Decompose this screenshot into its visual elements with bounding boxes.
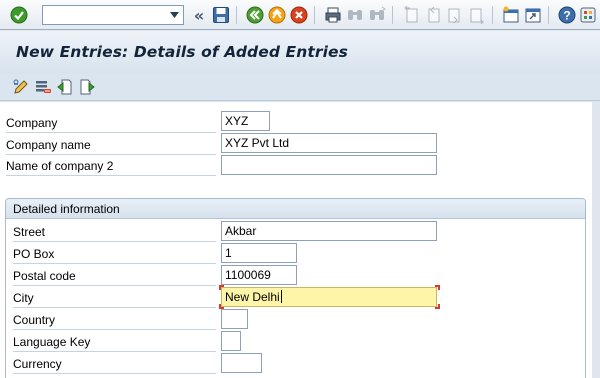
- svg-text:?: ?: [563, 9, 570, 23]
- hide-command-field-icon[interactable]: «: [189, 5, 209, 25]
- vertical-scrollbar[interactable]: [592, 102, 600, 378]
- company-input[interactable]: XYZ: [221, 111, 270, 131]
- previous-page-icon[interactable]: [423, 5, 443, 25]
- first-page-icon[interactable]: [401, 5, 421, 25]
- command-field-dropdown-icon[interactable]: [166, 6, 183, 24]
- company-name-input[interactable]: XYZ Pvt Ltd: [221, 133, 437, 153]
- city-label: City: [13, 291, 34, 305]
- language-key-label: Language Key: [13, 335, 91, 349]
- street-input[interactable]: Akbar: [221, 221, 437, 241]
- group-header: Detailed information: [6, 199, 585, 219]
- page-title: New Entries: Details of Added Entries: [16, 43, 348, 61]
- street-label: Street: [13, 225, 46, 239]
- currency-input[interactable]: [221, 353, 262, 373]
- change-display-icon[interactable]: [11, 77, 31, 97]
- company-name-label: Company name: [6, 138, 91, 152]
- po-box-label: PO Box: [13, 247, 55, 261]
- currency-label: Currency: [13, 357, 62, 371]
- last-page-icon[interactable]: [467, 5, 487, 25]
- help-icon[interactable]: ?: [557, 5, 577, 25]
- enter-icon[interactable]: [9, 5, 29, 25]
- cancel-icon[interactable]: [289, 5, 309, 25]
- application-toolbar: [0, 73, 600, 101]
- shortcut-icon[interactable]: [523, 5, 543, 25]
- city-input-value: New Delhi: [225, 290, 280, 304]
- focus-corner: [435, 285, 440, 290]
- next-page-icon[interactable]: [445, 5, 465, 25]
- name-of-company-2-label: Name of company 2: [6, 159, 114, 173]
- print-icon[interactable]: [323, 5, 343, 25]
- group-title: Detailed information: [13, 202, 120, 216]
- system-toolbar: « ?: [0, 0, 600, 30]
- find-next-icon[interactable]: [367, 5, 387, 25]
- next-entry-icon[interactable]: [77, 77, 97, 97]
- company-label: Company: [6, 116, 58, 130]
- focus-corner: [435, 304, 440, 309]
- city-input[interactable]: New Delhi: [221, 287, 437, 307]
- postal-code-input[interactable]: 1100069: [221, 265, 297, 285]
- back-icon[interactable]: [245, 5, 265, 25]
- customize-layout-icon[interactable]: [578, 5, 598, 25]
- focus-corner: [219, 285, 224, 290]
- find-icon[interactable]: [345, 5, 365, 25]
- previous-entry-icon[interactable]: [55, 77, 75, 97]
- exit-icon[interactable]: [267, 5, 287, 25]
- save-icon[interactable]: [211, 5, 231, 25]
- postal-code-label: Postal code: [13, 269, 76, 283]
- create-session-icon[interactable]: [501, 5, 521, 25]
- title-bar: New Entries: Details of Added Entries: [0, 31, 600, 73]
- language-key-input[interactable]: [221, 331, 241, 351]
- country-input[interactable]: [221, 309, 248, 329]
- entry-form: Company XYZ Company name XYZ Pvt Ltd Nam…: [0, 102, 600, 378]
- delete-icon[interactable]: [33, 77, 53, 97]
- command-field[interactable]: [42, 5, 184, 25]
- country-label: Country: [13, 313, 56, 327]
- name-of-company-2-input[interactable]: [221, 155, 437, 175]
- text-cursor: [280, 290, 282, 303]
- po-box-input[interactable]: 1: [221, 243, 297, 263]
